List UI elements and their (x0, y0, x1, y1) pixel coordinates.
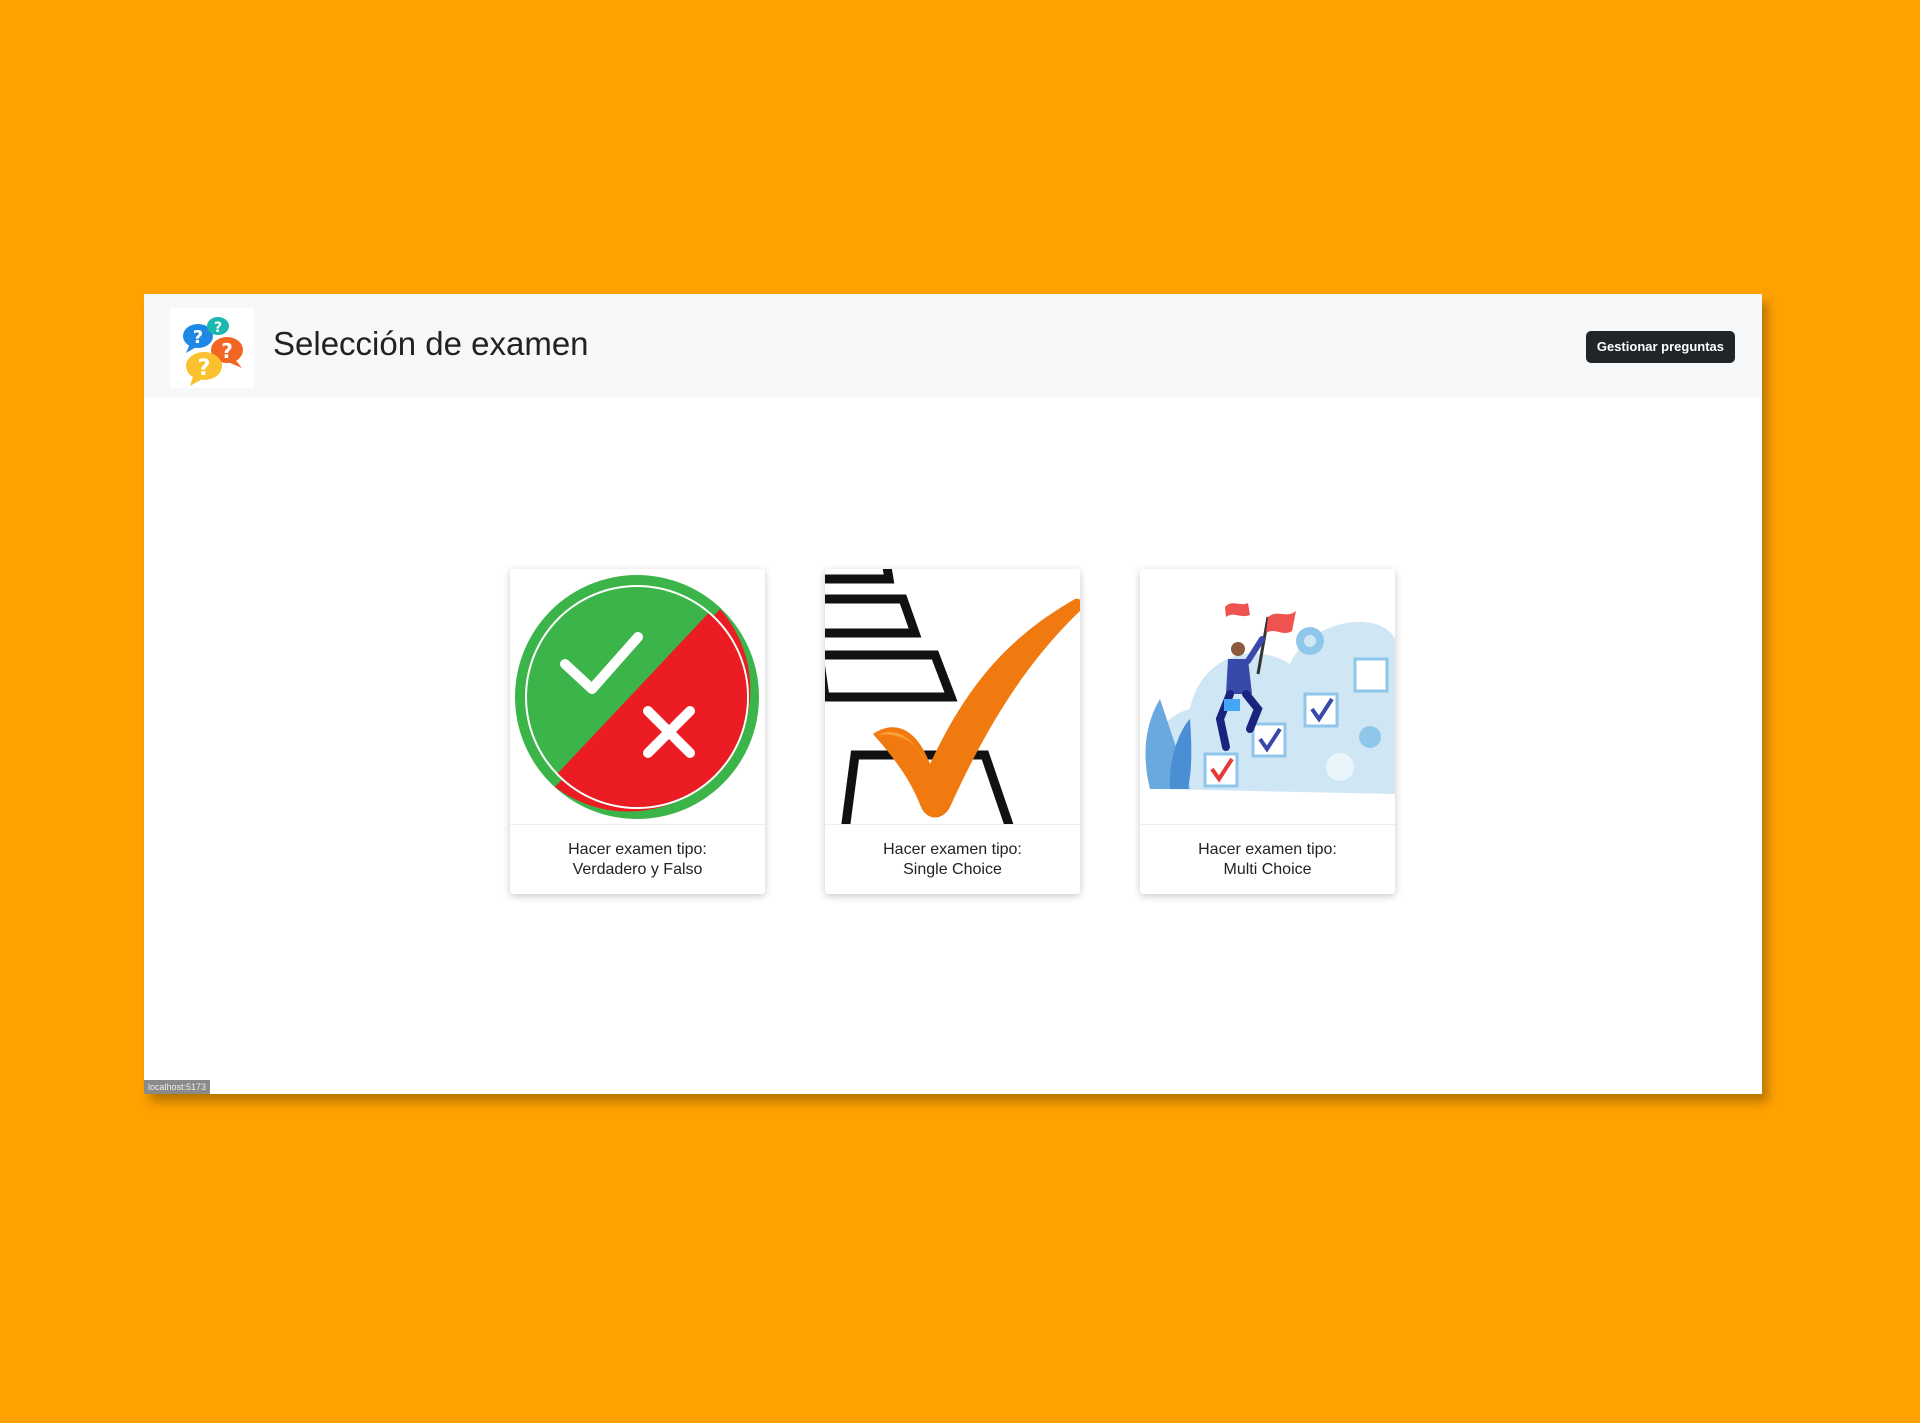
exam-card-multi-choice[interactable]: Hacer examen tipo: Multi Choice (1140, 569, 1395, 894)
manage-questions-button[interactable]: Gestionar preguntas (1585, 331, 1735, 363)
card-caption-line1: Hacer examen tipo: (568, 841, 707, 858)
exam-type-cards: Hacer examen tipo: Verdadero y Falso Hac… (144, 569, 1762, 894)
svg-text:?: ? (193, 327, 203, 348)
svg-text:?: ? (198, 356, 211, 381)
card-caption: Hacer examen tipo: Multi Choice (1140, 824, 1395, 894)
multi-choice-climber-icon (1140, 569, 1395, 824)
card-caption-line2: Multi Choice (1223, 861, 1312, 878)
true-false-icon (510, 569, 765, 824)
checkmark-checkboxes-icon (825, 569, 1080, 824)
status-bar-url: localhost:5173 (144, 1080, 211, 1094)
card-caption: Hacer examen tipo: Single Choice (825, 824, 1080, 894)
navbar: ? ? ? ? Selección de examen Gestionar pr… (144, 294, 1762, 398)
card-caption-line2: Verdadero y Falso (572, 861, 703, 878)
card-caption-line1: Hacer examen tipo: (883, 841, 1022, 858)
exam-card-single-choice[interactable]: Hacer examen tipo: Single Choice (825, 569, 1080, 894)
svg-text:?: ? (221, 339, 233, 363)
page-title: Selección de examen (273, 325, 589, 362)
card-caption-line2: Single Choice (903, 861, 1002, 878)
card-caption: Hacer examen tipo: Verdadero y Falso (510, 824, 765, 894)
browser-window: ? ? ? ? Selección de examen Gestionar pr… (144, 294, 1762, 1094)
svg-text:?: ? (214, 320, 222, 336)
question-bubbles-icon[interactable]: ? ? ? ? (170, 308, 254, 388)
exam-card-true-false[interactable]: Hacer examen tipo: Verdadero y Falso (510, 569, 765, 894)
card-caption-line1: Hacer examen tipo: (1198, 841, 1337, 858)
